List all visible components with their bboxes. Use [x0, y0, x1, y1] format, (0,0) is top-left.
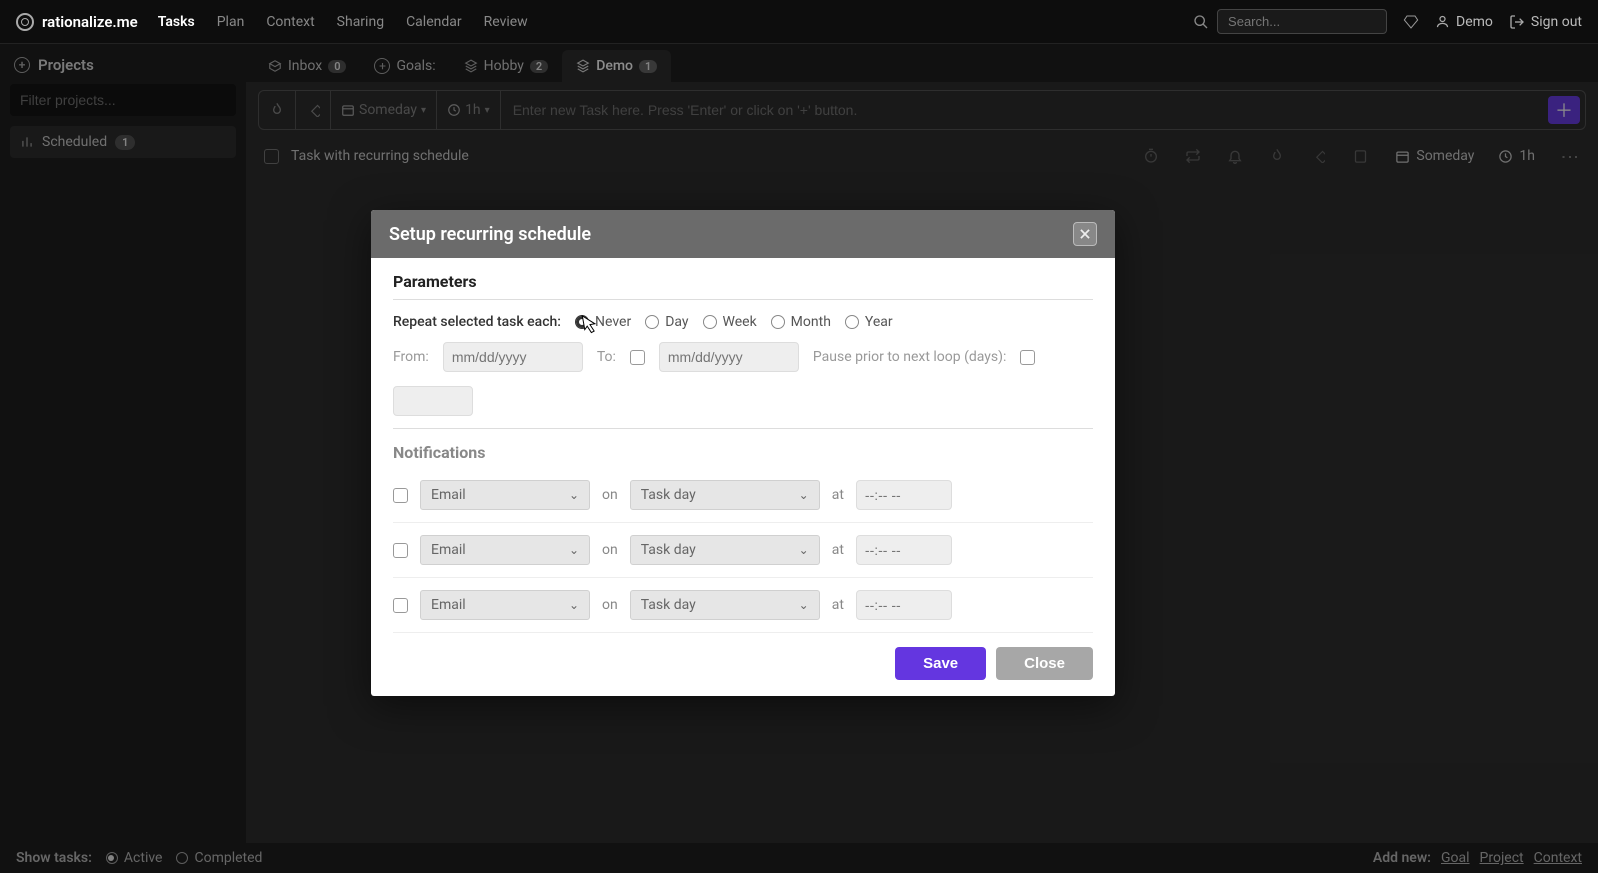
repeat-month[interactable]: Month [771, 314, 831, 330]
close-icon [1078, 227, 1092, 241]
repeat-option-label: Week [723, 314, 757, 330]
notif-time-input[interactable] [856, 590, 952, 620]
select-value: Email [431, 597, 466, 613]
repeat-year[interactable]: Year [845, 314, 893, 330]
radio-icon [703, 315, 717, 329]
nav-tasks[interactable]: Tasks [158, 14, 195, 30]
topnav: Tasks Plan Context Sharing Calendar Revi… [158, 14, 528, 30]
modal-header: Setup recurring schedule [371, 210, 1115, 258]
logo[interactable]: rationalize.me [16, 13, 138, 31]
at-label: at [832, 487, 844, 503]
chevron-down-icon: ⌄ [799, 598, 809, 612]
select-value: Task day [641, 542, 696, 558]
from-label: From: [393, 349, 429, 365]
notification-row-1: Email ⌄ on Task day ⌄ at [393, 468, 1093, 523]
user-name: Demo [1456, 14, 1493, 30]
search-icon[interactable] [1193, 14, 1209, 30]
repeat-never[interactable]: Never [575, 314, 631, 330]
chevron-down-icon: ⌄ [569, 488, 579, 502]
notif-day-select[interactable]: Task day ⌄ [630, 535, 820, 565]
user-icon [1435, 14, 1450, 29]
signout-icon [1509, 14, 1525, 30]
brand-name: rationalize.me [42, 13, 138, 31]
notif-checkbox[interactable] [393, 543, 408, 558]
at-label: at [832, 597, 844, 613]
radio-icon [845, 315, 859, 329]
from-date-input[interactable] [443, 342, 583, 372]
close-button[interactable]: Close [996, 647, 1093, 680]
notif-day-select[interactable]: Task day ⌄ [630, 480, 820, 510]
notif-checkbox[interactable] [393, 488, 408, 503]
repeat-option-label: Never [595, 314, 631, 330]
repeat-option-label: Month [791, 314, 831, 330]
recurring-schedule-modal: Setup recurring schedule Parameters Repe… [371, 210, 1115, 696]
search-wrap [1193, 9, 1387, 34]
repeat-week[interactable]: Week [703, 314, 757, 330]
nav-plan[interactable]: Plan [217, 14, 245, 30]
pause-checkbox[interactable] [1020, 350, 1035, 365]
notif-checkbox[interactable] [393, 598, 408, 613]
repeat-label: Repeat selected task each: [393, 314, 561, 330]
modal-footer: Save Close [393, 633, 1093, 680]
modal-title: Setup recurring schedule [389, 224, 591, 245]
pause-days-input[interactable] [393, 386, 473, 416]
topbar: rationalize.me Tasks Plan Context Sharin… [0, 0, 1598, 44]
nav-review[interactable]: Review [484, 14, 528, 30]
select-value: Email [431, 487, 466, 503]
repeat-day[interactable]: Day [645, 314, 688, 330]
on-label: on [602, 597, 618, 613]
on-label: on [602, 487, 618, 503]
radio-icon [771, 315, 785, 329]
radio-icon [645, 315, 659, 329]
modal-close-button[interactable] [1073, 222, 1097, 246]
notif-method-select[interactable]: Email ⌄ [420, 535, 590, 565]
chevron-down-icon: ⌄ [799, 488, 809, 502]
select-value: Task day [641, 487, 696, 503]
notif-day-select[interactable]: Task day ⌄ [630, 590, 820, 620]
notif-time-input[interactable] [856, 480, 952, 510]
to-label: To: [597, 349, 616, 365]
notification-row-2: Email ⌄ on Task day ⌄ at [393, 523, 1093, 578]
repeat-option-label: Year [865, 314, 893, 330]
notif-time-input[interactable] [856, 535, 952, 565]
to-date-input[interactable] [659, 342, 799, 372]
at-label: at [832, 542, 844, 558]
divider [393, 428, 1093, 429]
parameters-title: Parameters [393, 272, 1093, 291]
radio-icon [575, 315, 589, 329]
save-button[interactable]: Save [895, 647, 986, 680]
chevron-down-icon: ⌄ [569, 543, 579, 557]
topbar-right: Demo Sign out [1193, 9, 1582, 34]
notif-method-select[interactable]: Email ⌄ [420, 590, 590, 620]
repeat-option-label: Day [665, 314, 688, 330]
gem-icon[interactable] [1403, 14, 1419, 30]
notif-method-select[interactable]: Email ⌄ [420, 480, 590, 510]
on-label: on [602, 542, 618, 558]
modal-body: Parameters Repeat selected task each: Ne… [371, 258, 1115, 696]
signout-button[interactable]: Sign out [1509, 14, 1582, 30]
chevron-down-icon: ⌄ [799, 543, 809, 557]
divider [393, 299, 1093, 300]
notification-row-3: Email ⌄ on Task day ⌄ at [393, 578, 1093, 633]
chevron-down-icon: ⌄ [569, 598, 579, 612]
pause-label: Pause prior to next loop (days): [813, 349, 1007, 365]
search-input[interactable] [1217, 9, 1387, 34]
nav-context[interactable]: Context [266, 14, 314, 30]
to-checkbox[interactable] [630, 350, 645, 365]
signout-label: Sign out [1531, 14, 1582, 30]
nav-calendar[interactable]: Calendar [406, 14, 462, 30]
logo-icon [16, 13, 34, 31]
nav-sharing[interactable]: Sharing [337, 14, 384, 30]
date-range-row: From: To: Pause prior to next loop (days… [393, 342, 1093, 416]
repeat-row: Repeat selected task each: Never Day Wee… [393, 314, 1093, 330]
select-value: Task day [641, 597, 696, 613]
notifications-title: Notifications [393, 443, 1093, 462]
user-menu[interactable]: Demo [1435, 14, 1493, 30]
select-value: Email [431, 542, 466, 558]
